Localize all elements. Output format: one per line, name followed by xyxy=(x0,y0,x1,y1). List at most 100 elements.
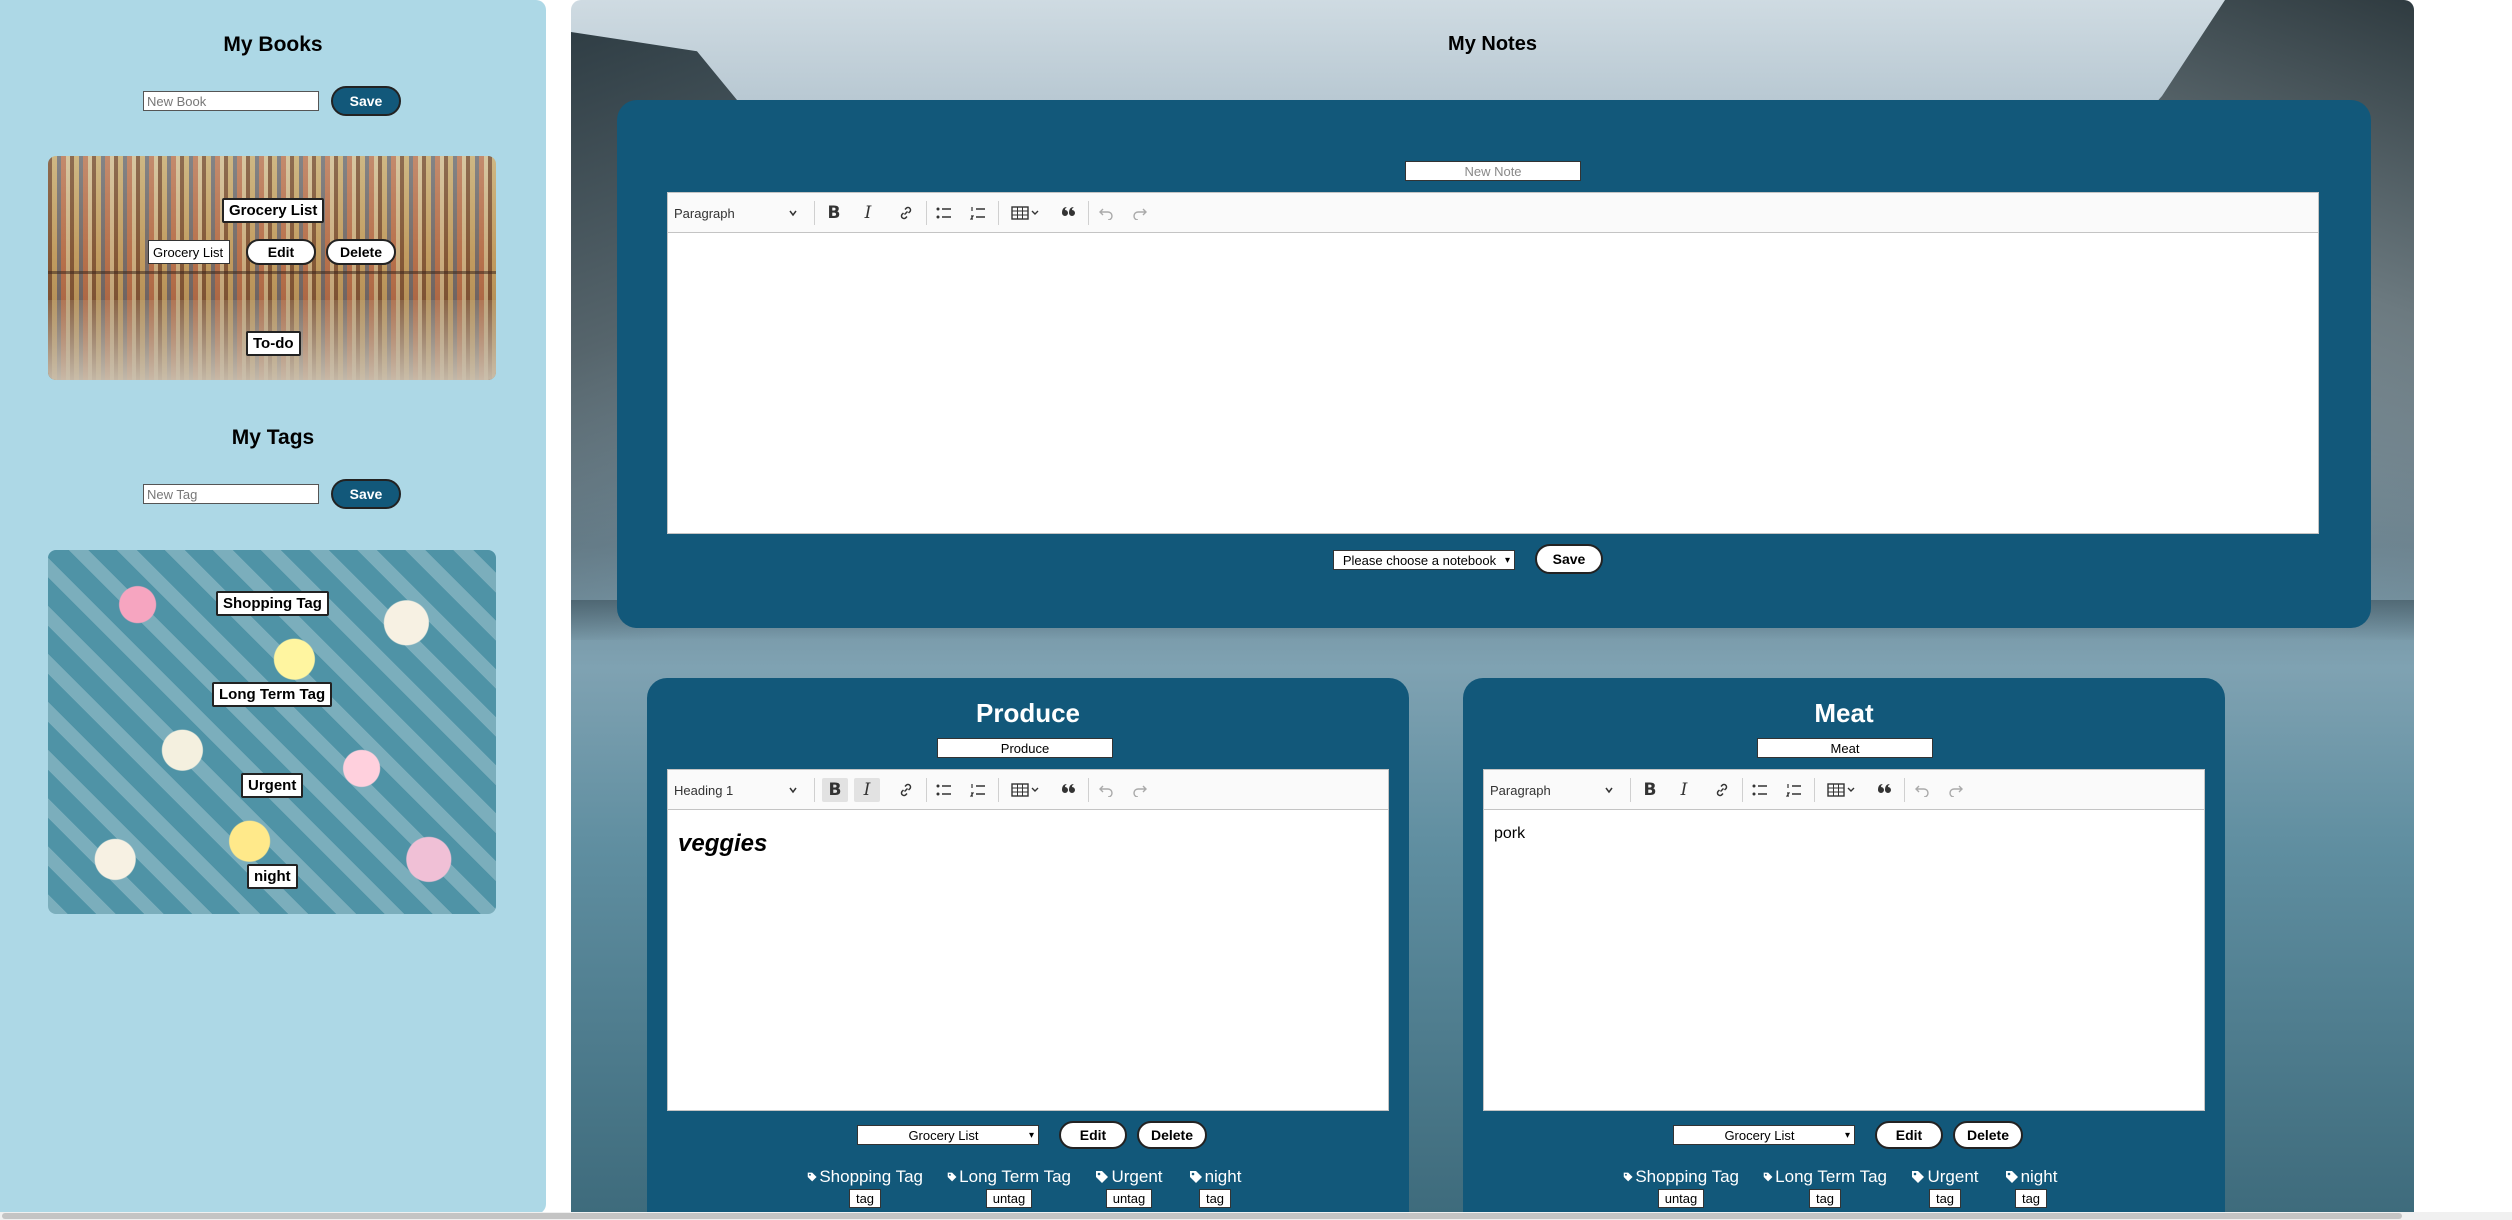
undo-icon[interactable] xyxy=(1094,778,1118,802)
numbered-list-icon[interactable] xyxy=(1782,778,1806,802)
toolbar-separator xyxy=(926,778,927,802)
note-card-meat: Meat Paragraph B I xyxy=(1463,678,2225,1214)
tag-icon xyxy=(1912,1171,1925,1183)
note-content[interactable]: veggies xyxy=(678,830,1378,858)
new-tag-input[interactable] xyxy=(143,484,319,504)
link-icon[interactable] xyxy=(894,201,918,225)
notebook-select-value: Please choose a notebook xyxy=(1342,552,1497,568)
book-edit-button[interactable]: Edit xyxy=(246,239,316,265)
toolbar-separator xyxy=(1088,201,1089,225)
table-icon[interactable] xyxy=(1006,201,1046,225)
notebook-select-value: Grocery List xyxy=(908,1127,979,1143)
tag-button-shopping[interactable]: Shopping Tag xyxy=(216,591,329,616)
book-delete-button[interactable]: Delete xyxy=(326,239,396,265)
note-delete-button[interactable]: Delete xyxy=(1953,1121,2023,1149)
tag-toggle-button[interactable]: tag xyxy=(2014,1189,2048,1208)
undo-icon[interactable] xyxy=(1910,778,1934,802)
tag-icon xyxy=(947,1172,957,1182)
new-note-editor: Paragraph B I xyxy=(667,192,2319,534)
toolbar-separator xyxy=(814,778,815,802)
note-content[interactable]: pork xyxy=(1494,825,2194,843)
book-button-to-do[interactable]: To-do xyxy=(246,331,301,356)
save-note-button[interactable]: Save xyxy=(1535,544,1603,574)
tag-toggle-button[interactable]: untag xyxy=(1105,1189,1153,1208)
new-note-title-input[interactable] xyxy=(1405,161,1581,181)
bulleted-list-icon[interactable] xyxy=(932,201,956,225)
italic-icon[interactable]: I xyxy=(856,201,880,225)
tag-icon xyxy=(1763,1172,1773,1182)
tags-heading: My Tags xyxy=(231,426,315,449)
toolbar-separator xyxy=(1814,778,1815,802)
tag-toggle-button[interactable]: tag xyxy=(1808,1189,1842,1208)
save-book-button[interactable]: Save xyxy=(331,86,401,116)
tag-label: night xyxy=(1204,1167,1242,1186)
note-title-input[interactable] xyxy=(1757,738,1933,758)
chevron-down-icon: ▾ xyxy=(1844,1129,1850,1141)
redo-icon[interactable] xyxy=(1128,778,1152,802)
redo-icon[interactable] xyxy=(1128,201,1152,225)
heading-dropdown[interactable]: Paragraph xyxy=(1490,778,1614,802)
tag-label: night xyxy=(2020,1167,2058,1186)
note-edit-button[interactable]: Edit xyxy=(1059,1121,1127,1149)
bold-icon[interactable]: B xyxy=(822,201,846,225)
link-icon[interactable] xyxy=(894,778,918,802)
bulleted-list-icon[interactable] xyxy=(1748,778,1772,802)
toolbar-separator xyxy=(998,201,999,225)
bold-icon[interactable]: B xyxy=(1638,778,1662,802)
book-button-grocery-list[interactable]: Grocery List xyxy=(222,198,325,223)
tag-toggle-button[interactable]: tag xyxy=(1198,1189,1232,1208)
heading-dropdown[interactable]: Heading 1 xyxy=(674,778,798,802)
redo-icon[interactable] xyxy=(1944,778,1968,802)
tag-toggle-button[interactable]: tag xyxy=(848,1189,882,1208)
notebook-select-value: Grocery List xyxy=(1724,1127,1795,1143)
table-icon[interactable] xyxy=(1822,778,1862,802)
bold-icon[interactable]: B xyxy=(822,778,848,802)
tag-button-urgent[interactable]: Urgent xyxy=(241,773,304,798)
italic-icon[interactable]: I xyxy=(854,778,880,802)
tag-label: Long Term Tag xyxy=(1775,1167,1887,1186)
tag-icon xyxy=(2005,1171,2018,1183)
chevron-down-icon: ▾ xyxy=(1028,1129,1034,1141)
numbered-list-icon[interactable] xyxy=(966,201,990,225)
tag-button-night[interactable]: night xyxy=(247,864,298,889)
undo-icon[interactable] xyxy=(1094,201,1118,225)
note-delete-button[interactable]: Delete xyxy=(1137,1121,1207,1149)
blockquote-icon[interactable] xyxy=(1872,778,1896,802)
new-book-input[interactable] xyxy=(143,91,319,111)
link-icon[interactable] xyxy=(1710,778,1734,802)
note-title-input[interactable] xyxy=(937,738,1113,758)
book-rename-input[interactable] xyxy=(148,240,230,264)
tag-label: Urgent xyxy=(1927,1167,1979,1186)
books-heading: My Books xyxy=(223,33,323,56)
note-notebook-select[interactable]: Grocery List ▾ xyxy=(1673,1125,1855,1145)
horizontal-scrollbar-thumb[interactable] xyxy=(2,1213,2402,1219)
blockquote-icon[interactable] xyxy=(1056,778,1080,802)
blockquote-icon[interactable] xyxy=(1056,201,1080,225)
chevron-down-icon xyxy=(789,210,797,217)
italic-icon[interactable]: I xyxy=(1672,778,1696,802)
heading-dropdown[interactable]: Paragraph xyxy=(674,201,798,225)
note-tag-shopping: Shopping Tag untag xyxy=(1623,1167,1739,1208)
tag-toggle-button[interactable]: untag xyxy=(985,1189,1033,1208)
note-notebook-select[interactable]: Grocery List ▾ xyxy=(857,1125,1039,1145)
tag-icon xyxy=(1189,1171,1202,1183)
note-edit-button[interactable]: Edit xyxy=(1875,1121,1943,1149)
tag-toggle-button[interactable]: untag xyxy=(1657,1189,1705,1208)
heading-dropdown-label: Heading 1 xyxy=(674,782,734,798)
numbered-list-icon[interactable] xyxy=(966,778,990,802)
toolbar-separator xyxy=(1630,778,1631,802)
bulleted-list-icon[interactable] xyxy=(932,778,956,802)
note-tag-shopping: Shopping Tag tag xyxy=(807,1167,923,1208)
new-note-notebook-select[interactable]: Please choose a notebook ▾ xyxy=(1333,550,1515,570)
note-title: Meat xyxy=(1814,698,1874,728)
table-icon[interactable] xyxy=(1006,778,1046,802)
note-tag-long-term: Long Term Tag tag xyxy=(1763,1167,1887,1208)
save-tag-button[interactable]: Save xyxy=(331,479,401,509)
tag-toggle-button[interactable]: tag xyxy=(1928,1189,1962,1208)
editor-toolbar: Paragraph B I xyxy=(1484,770,2204,810)
tag-button-long-term[interactable]: Long Term Tag xyxy=(212,682,333,707)
note-tag-urgent: Urgent untag xyxy=(1089,1167,1169,1208)
chevron-down-icon xyxy=(1605,787,1613,794)
note-tag-long-term: Long Term Tag untag xyxy=(947,1167,1071,1208)
chevron-down-icon: ▾ xyxy=(1504,554,1510,566)
